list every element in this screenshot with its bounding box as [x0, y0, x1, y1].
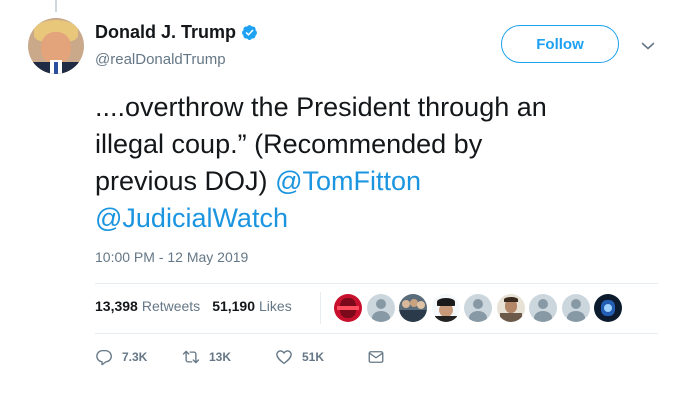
- reply-count: 7.3K: [122, 350, 148, 364]
- follow-button[interactable]: Follow: [501, 25, 619, 63]
- tweet-text-segment: previous DOJ): [95, 166, 276, 196]
- like-count: 51K: [302, 350, 325, 364]
- liker-avatar[interactable]: [594, 294, 622, 322]
- retweet-icon: [182, 350, 200, 364]
- divider: [95, 333, 658, 334]
- tweet-card: Donald J. Trump @realDonaldTrump Follow …: [0, 0, 694, 400]
- liker-avatar[interactable]: [496, 294, 525, 322]
- author-display-name[interactable]: Donald J. Trump: [95, 22, 236, 43]
- chevron-down-icon[interactable]: [640, 38, 656, 54]
- liker-avatar[interactable]: [464, 294, 492, 322]
- tweet-text-line: @JudicialWatch: [95, 200, 655, 237]
- liker-avatar[interactable]: [431, 294, 460, 322]
- liker-avatar[interactable]: [366, 294, 395, 322]
- retweet-button[interactable]: 13K: [182, 348, 275, 366]
- divider: [95, 283, 658, 284]
- verified-badge-icon: [242, 25, 257, 40]
- tweet-text-line: illegal coup.” (Recommended by: [95, 129, 483, 159]
- tweet-timestamp[interactable]: 10:00 PM - 12 May 2019: [95, 249, 248, 265]
- envelope-icon: [368, 351, 384, 363]
- likes-label: Likes: [259, 298, 292, 314]
- liker-avatar[interactable]: [399, 294, 427, 322]
- likes-count: 51,190: [212, 298, 256, 314]
- tweet-stats: 13,398 Retweets 51,190 Likes: [95, 298, 304, 314]
- likes-stat[interactable]: 51,190 Likes: [212, 298, 292, 314]
- tweet-actions: 7.3K 13K 51K: [95, 348, 385, 366]
- mention-link[interactable]: @JudicialWatch: [95, 203, 288, 233]
- stats-separator: [320, 292, 321, 324]
- retweets-label: Retweets: [141, 298, 201, 314]
- thread-connector-line: [55, 0, 57, 12]
- tweet-text-line: previous DOJ) @TomFitton: [95, 163, 655, 200]
- tweet-text: ....overthrow the President through an i…: [95, 89, 655, 237]
- direct-message-button[interactable]: [367, 348, 385, 366]
- like-button[interactable]: 51K: [275, 348, 367, 366]
- author-handle[interactable]: @realDonaldTrump: [95, 51, 226, 68]
- tweet-text-line: ....overthrow the President through an: [95, 92, 547, 122]
- liker-avatar[interactable]: [334, 294, 362, 322]
- liker-avatar[interactable]: [529, 294, 557, 322]
- liker-avatar[interactable]: [561, 294, 590, 322]
- author-avatar[interactable]: [28, 18, 84, 74]
- author-name-row[interactable]: Donald J. Trump: [95, 22, 258, 43]
- reply-button[interactable]: 7.3K: [95, 348, 182, 366]
- heart-icon: [276, 350, 292, 365]
- retweets-stat[interactable]: 13,398 Retweets: [95, 298, 200, 314]
- retweets-count: 13,398: [95, 298, 138, 314]
- liked-by-avatars: [334, 294, 627, 322]
- mention-link[interactable]: @TomFitton: [275, 166, 421, 196]
- reply-icon: [96, 349, 112, 366]
- retweet-count: 13K: [209, 350, 232, 364]
